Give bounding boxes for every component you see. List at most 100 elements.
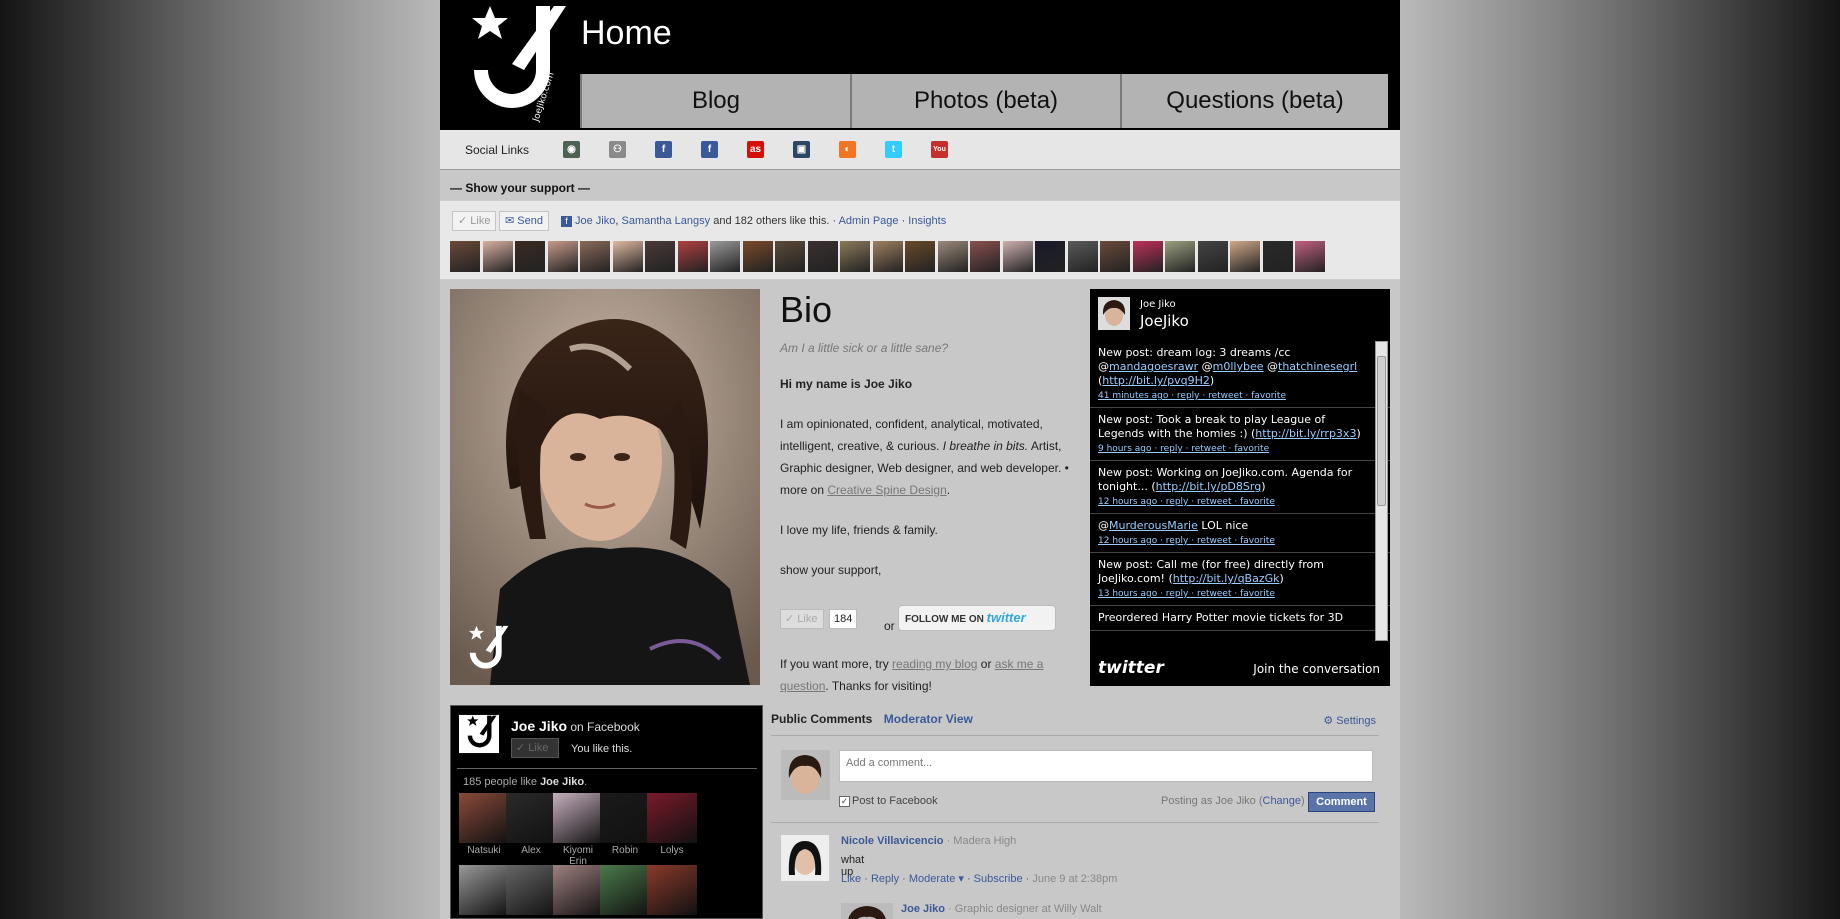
- fan-face[interactable]: [807, 241, 838, 272]
- lastfm-icon[interactable]: as: [747, 141, 764, 158]
- fan-face[interactable]: [937, 241, 968, 272]
- post-to-facebook[interactable]: ✓ Post to Facebook: [839, 795, 938, 807]
- tweet-link[interactable]: thatchinesegrl: [1278, 360, 1357, 373]
- fan-friend[interactable]: [553, 865, 603, 917]
- fan-face[interactable]: [1295, 241, 1325, 272]
- fan-friend-photo[interactable]: [600, 793, 650, 843]
- fan-friend-photo[interactable]: [553, 793, 603, 843]
- tumblr-icon[interactable]: ▣: [793, 141, 810, 158]
- comment-action-links[interactable]: Like · Reply · Moderate ▾ · Subscribe ·: [841, 873, 1032, 885]
- twitter-icon[interactable]: t: [885, 141, 902, 158]
- fan-page-name[interactable]: Joe Jiko: [511, 718, 567, 734]
- fan-friend[interactable]: Natsuki: [459, 793, 509, 856]
- author-name[interactable]: Joe Jiko: [901, 903, 945, 915]
- bio-like-button[interactable]: ✓ Like: [780, 609, 824, 629]
- facebook-icon[interactable]: f: [655, 141, 672, 158]
- creative-spine-link[interactable]: Creative Spine Design: [827, 483, 946, 497]
- comment-settings[interactable]: ⚙ Settings: [1323, 714, 1376, 727]
- fan-face[interactable]: [1197, 241, 1228, 272]
- fan-face[interactable]: [1262, 241, 1293, 272]
- tweet-meta[interactable]: 41 minutes ago · reply · retweet · favor…: [1098, 389, 1374, 403]
- insights-link[interactable]: Insights: [908, 215, 946, 227]
- fan-face[interactable]: [645, 241, 675, 272]
- fan-face[interactable]: [905, 241, 935, 272]
- fan-face[interactable]: [775, 241, 805, 272]
- fan-face[interactable]: [840, 241, 870, 272]
- fan-friend[interactable]: Robin: [600, 793, 650, 856]
- fan-face[interactable]: [872, 241, 903, 272]
- comment-author[interactable]: Nicole Villavicencio · Madera High: [841, 835, 1016, 847]
- fan-face[interactable]: [742, 241, 773, 272]
- fan-friend-photo[interactable]: [506, 793, 556, 843]
- fan-friend-photo[interactable]: [553, 865, 603, 915]
- fan-friend-photo[interactable]: [647, 865, 697, 915]
- author-name[interactable]: Nicole Villavicencio: [841, 835, 944, 847]
- fan-face[interactable]: [970, 241, 1000, 272]
- fan-face[interactable]: [1132, 241, 1163, 272]
- tab-public-comments[interactable]: Public Comments: [771, 712, 872, 726]
- avatar[interactable]: [841, 903, 893, 919]
- fan-friend-photo[interactable]: [459, 865, 509, 915]
- fan-face[interactable]: [1067, 241, 1098, 272]
- fan-face[interactable]: [710, 241, 740, 272]
- comment-submit-button[interactable]: Comment: [1308, 792, 1375, 812]
- twitter-handle[interactable]: JoeJiko: [1140, 312, 1189, 330]
- send-button[interactable]: ✉ Send: [499, 211, 549, 231]
- twitter-logo[interactable]: twitter: [1098, 658, 1164, 678]
- fan-friend[interactable]: Alex: [506, 793, 556, 856]
- fan-friend[interactable]: [506, 865, 556, 917]
- fan-face[interactable]: [1100, 241, 1130, 272]
- fan-face[interactable]: [482, 241, 513, 272]
- post-to-facebook-checkbox[interactable]: ✓: [839, 795, 850, 807]
- tweet-meta[interactable]: 13 hours ago · reply · retweet · favorit…: [1098, 587, 1374, 601]
- friend-link[interactable]: Joe Jiko: [575, 215, 615, 227]
- myspace-icon[interactable]: ⚇: [609, 141, 626, 158]
- tab-questions[interactable]: Questions (beta): [1120, 74, 1388, 128]
- fan-friend-photo[interactable]: [647, 793, 697, 843]
- fan-face[interactable]: [1002, 241, 1033, 272]
- like-button[interactable]: ✓ Like: [452, 211, 497, 231]
- fan-friend-photo[interactable]: [600, 865, 650, 915]
- fan-face[interactable]: [677, 241, 708, 272]
- tab-photos[interactable]: Photos (beta): [850, 74, 1120, 128]
- youtube-icon[interactable]: You: [931, 141, 948, 158]
- tweet-link[interactable]: http://bit.ly/pvq9H2: [1102, 374, 1210, 387]
- facebook-page-icon[interactable]: f: [701, 141, 718, 158]
- fan-face[interactable]: [515, 241, 545, 272]
- change-link[interactable]: Change: [1263, 795, 1302, 807]
- fan-face[interactable]: [450, 241, 480, 272]
- tweet-scrollbar[interactable]: [1375, 341, 1388, 641]
- deviantart-icon[interactable]: ◉: [563, 141, 580, 158]
- tweet-meta[interactable]: 12 hours ago · reply · retweet · favorit…: [1098, 534, 1374, 548]
- fan-friend[interactable]: Kiyomi Erin: [553, 793, 603, 867]
- tab-blog[interactable]: Blog: [580, 74, 850, 128]
- tweet-meta[interactable]: 9 hours ago · reply · retweet · favorite: [1098, 442, 1374, 456]
- joejiko-logo[interactable]: JoeJiko.com: [446, 4, 574, 126]
- comment-author[interactable]: Joe Jiko · Graphic designer at Willy Wal…: [901, 903, 1102, 915]
- tweet-meta[interactable]: 12 hours ago · reply · retweet · favorit…: [1098, 495, 1374, 509]
- fan-friend[interactable]: [600, 865, 650, 917]
- fan-face[interactable]: [1165, 241, 1195, 272]
- scrollbar-thumb[interactable]: [1377, 356, 1386, 506]
- fan-page-logo[interactable]: [459, 714, 499, 754]
- blog-link[interactable]: reading my blog: [892, 657, 977, 671]
- fan-face[interactable]: [1230, 241, 1260, 272]
- fan-face[interactable]: [612, 241, 643, 272]
- avatar[interactable]: [781, 835, 829, 881]
- twitter-avatar[interactable]: [1098, 297, 1130, 330]
- join-conversation-link[interactable]: Join the conversation: [1253, 662, 1380, 676]
- tweet-link[interactable]: http://bit.ly/qBazGk: [1173, 572, 1280, 585]
- fan-face[interactable]: [580, 241, 610, 272]
- tweet-link[interactable]: mandagoesrawr: [1109, 360, 1198, 373]
- friend-link[interactable]: Samantha Langsy: [621, 215, 710, 227]
- tweet-link[interactable]: http://bit.ly/pD8Srg: [1156, 480, 1262, 493]
- crunchyroll-icon[interactable]: ◐: [839, 141, 856, 158]
- fan-friend[interactable]: [459, 865, 509, 917]
- tweet-link[interactable]: http://bit.ly/rrp3x3: [1255, 427, 1356, 440]
- fan-face[interactable]: [1035, 241, 1065, 272]
- fan-friend[interactable]: [647, 865, 697, 917]
- twitter-display-name[interactable]: Joe Jiko: [1140, 299, 1176, 310]
- tweet-link[interactable]: MurderousMarie: [1109, 519, 1198, 532]
- fan-friend-photo[interactable]: [506, 865, 556, 915]
- fan-like-button[interactable]: ✓ Like: [511, 738, 559, 758]
